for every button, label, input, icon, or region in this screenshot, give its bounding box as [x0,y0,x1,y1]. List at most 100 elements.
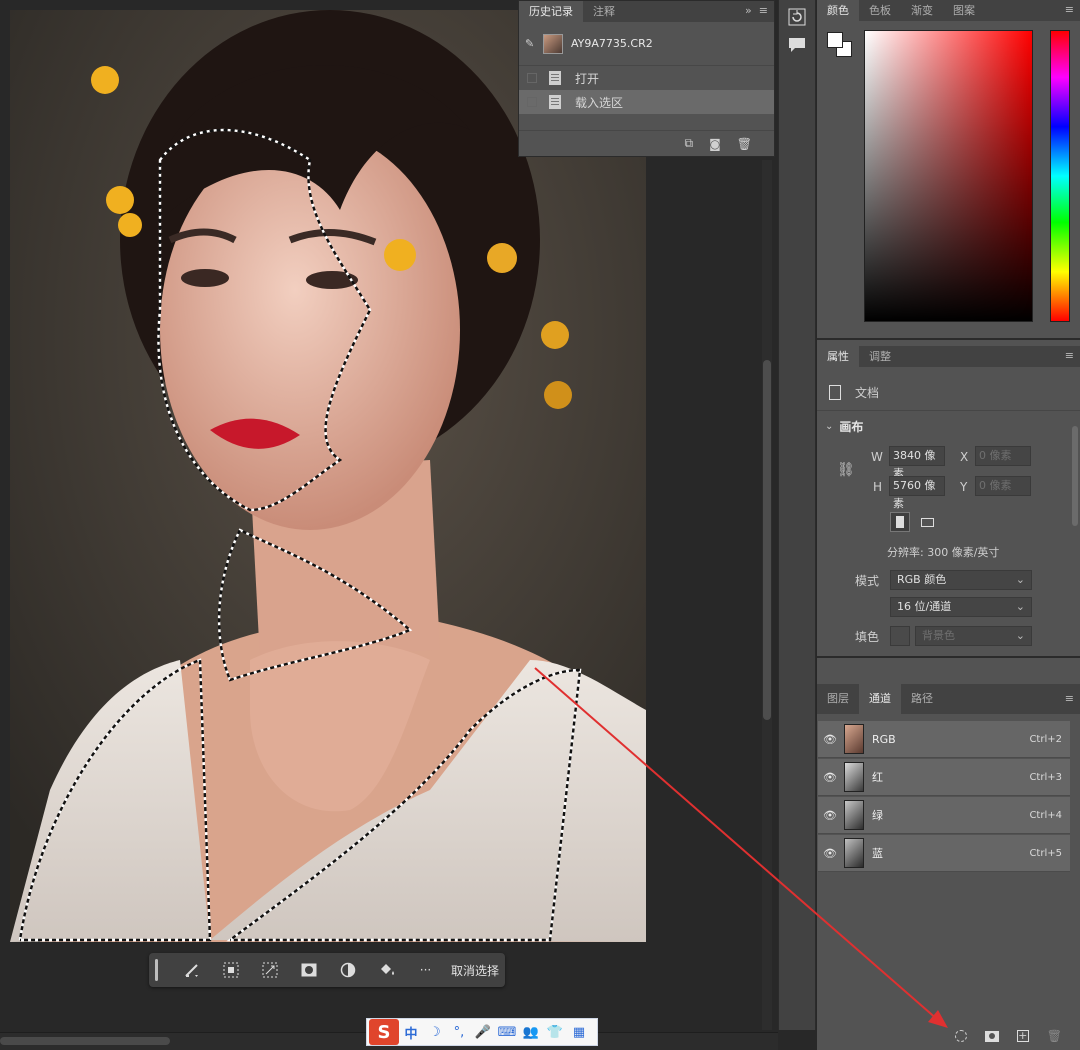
width-field[interactable]: 3840 像素 [889,446,945,480]
tab-adjustments[interactable]: 调整 [859,346,901,367]
portrait-icon [896,516,904,528]
deselect-button[interactable]: 取消选择 [451,962,499,979]
x-field[interactable]: 0 像素 [975,446,1031,466]
ime-language-toggle[interactable]: 中 [399,1023,423,1042]
chevron-down-icon: ⌄ [1015,573,1025,586]
tab-channels[interactable]: 通道 [859,684,901,714]
history-item-load-selection[interactable]: 载入选区 [519,90,774,114]
history-brush-icon[interactable]: ✎ [525,37,539,50]
eye-icon[interactable]: 👁 [820,809,840,822]
channel-row-rgb[interactable]: 👁 RGB Ctrl+2 [818,721,1070,758]
landscape-orientation-button[interactable] [917,512,937,532]
channel-shortcut: Ctrl+2 [1029,733,1062,745]
tab-properties[interactable]: 属性 [817,346,859,367]
channel-row-green[interactable]: 👁 绿 Ctrl+4 [818,797,1070,834]
panel-menu-icon[interactable]: ≡ [1065,0,1074,20]
color-mode-select[interactable]: RGB 颜色 ⌄ [890,570,1032,590]
fill-value: 背景色 [922,629,955,642]
chevron-down-icon[interactable]: ⌄ [825,421,833,432]
channel-thumbnail [844,800,864,830]
panel-menu-icon[interactable]: ≡ [1065,346,1074,366]
save-selection-as-channel-icon[interactable] [984,1030,999,1042]
new-document-from-state-icon[interactable]: ⧉ [685,136,694,151]
tab-patterns[interactable]: 图案 [943,0,985,21]
panel-collapse-icon[interactable]: » ≡ [745,1,768,21]
link-icon[interactable]: ⛓ [837,462,855,478]
tab-paths[interactable]: 路径 [901,684,943,714]
bit-depth-select[interactable]: 16 位/通道 ⌄ [890,597,1032,617]
fill-color-swatch[interactable] [890,626,910,646]
y-field[interactable]: 0 像素 [975,476,1031,496]
channel-thumbnail [844,838,864,868]
eye-icon[interactable]: 👁 [820,847,840,860]
channel-shortcut: Ctrl+4 [1029,809,1062,821]
tab-swatches[interactable]: 色板 [859,0,901,21]
vertical-scrollbar-thumb[interactable] [763,360,771,720]
history-item-open[interactable]: 打开 [519,66,774,90]
moon-icon[interactable]: ☽ [423,1025,447,1040]
channel-shortcut: Ctrl+5 [1029,847,1062,859]
camera-icon[interactable]: ◙ [709,137,721,151]
history-panel-icon[interactable] [786,6,808,28]
tab-layers[interactable]: 图层 [817,684,859,714]
height-field[interactable]: 5760 像素 [889,476,945,510]
fill-selection-icon[interactable] [367,957,406,983]
taskbar-drag-handle[interactable] [155,959,158,981]
history-source-checkbox[interactable] [527,97,537,107]
color-mode-value: RGB 颜色 [897,573,947,586]
shirt-icon[interactable]: 👕 [543,1025,567,1040]
punctuation-icon[interactable]: °, [447,1025,471,1040]
history-snapshot[interactable]: ✎ AY9A7735.CR2 [519,22,774,66]
tab-history[interactable]: 历史记录 [519,1,583,22]
foreground-color-swatch[interactable] [827,32,843,48]
users-icon[interactable]: 👥 [519,1025,543,1040]
panel-menu-icon[interactable]: ≡ [1065,684,1074,714]
channels-footer: + 🗑 [817,1022,1080,1050]
new-channel-icon[interactable]: + [1016,1030,1029,1042]
grid-icon[interactable]: ▦ [567,1025,591,1040]
snapshot-name: AY9A7735.CR2 [571,37,653,50]
landscape-icon [920,517,934,527]
vertical-scrollbar[interactable] [762,160,772,1030]
create-mask-icon[interactable] [289,957,328,983]
width-label: W [871,450,883,464]
collapsed-panel-column [778,0,816,1030]
fill-select[interactable]: 背景色 ⌄ [915,626,1032,646]
channel-row-red[interactable]: 👁 红 Ctrl+3 [818,759,1070,796]
canvas-section-title: 画布 [839,420,864,434]
trash-icon[interactable]: 🗑 [1047,1029,1062,1043]
document-icon [829,385,841,400]
trash-icon[interactable]: 🗑 [737,137,752,151]
portrait-orientation-button[interactable] [890,512,910,532]
history-panel-tabs: 历史记录 注释 » ≡ [519,1,774,22]
tab-gradients[interactable]: 渐变 [901,0,943,21]
keyboard-icon[interactable]: ⌨ [495,1025,519,1040]
document-icon [549,95,561,109]
tab-color[interactable]: 颜色 [817,0,859,21]
eye-icon[interactable]: 👁 [820,771,840,784]
hue-slider[interactable] [1050,30,1070,322]
contextual-task-bar: ··· 取消选择 [149,953,505,987]
channel-row-blue[interactable]: 👁 蓝 Ctrl+5 [818,835,1070,872]
channel-name: 绿 [872,809,883,822]
channel-thumbnail [844,762,864,792]
tab-notes[interactable]: 注释 [583,1,625,22]
more-options-button[interactable]: ··· [406,957,445,983]
ime-logo[interactable]: S [369,1019,399,1045]
transform-selection-icon[interactable] [250,957,289,983]
y-label: Y [960,480,968,494]
color-picker-field[interactable] [864,30,1033,322]
horizontal-scrollbar-thumb[interactable] [0,1037,170,1045]
canvas-section-header[interactable]: ⌄ 画布 [825,418,863,435]
microphone-icon[interactable]: 🎤 [471,1025,495,1040]
history-source-checkbox[interactable] [527,73,537,83]
adjustment-layer-icon[interactable] [328,957,367,983]
channel-thumbnail [844,724,864,754]
properties-scrollbar[interactable] [1072,426,1078,526]
history-footer: ⧉ ◙ 🗑 [519,130,774,156]
select-and-mask-icon[interactable] [172,957,211,983]
eye-icon[interactable]: 👁 [820,733,840,746]
load-channel-as-selection-icon[interactable] [954,1030,967,1042]
comment-icon[interactable] [786,34,808,56]
invert-selection-icon[interactable] [211,957,250,983]
